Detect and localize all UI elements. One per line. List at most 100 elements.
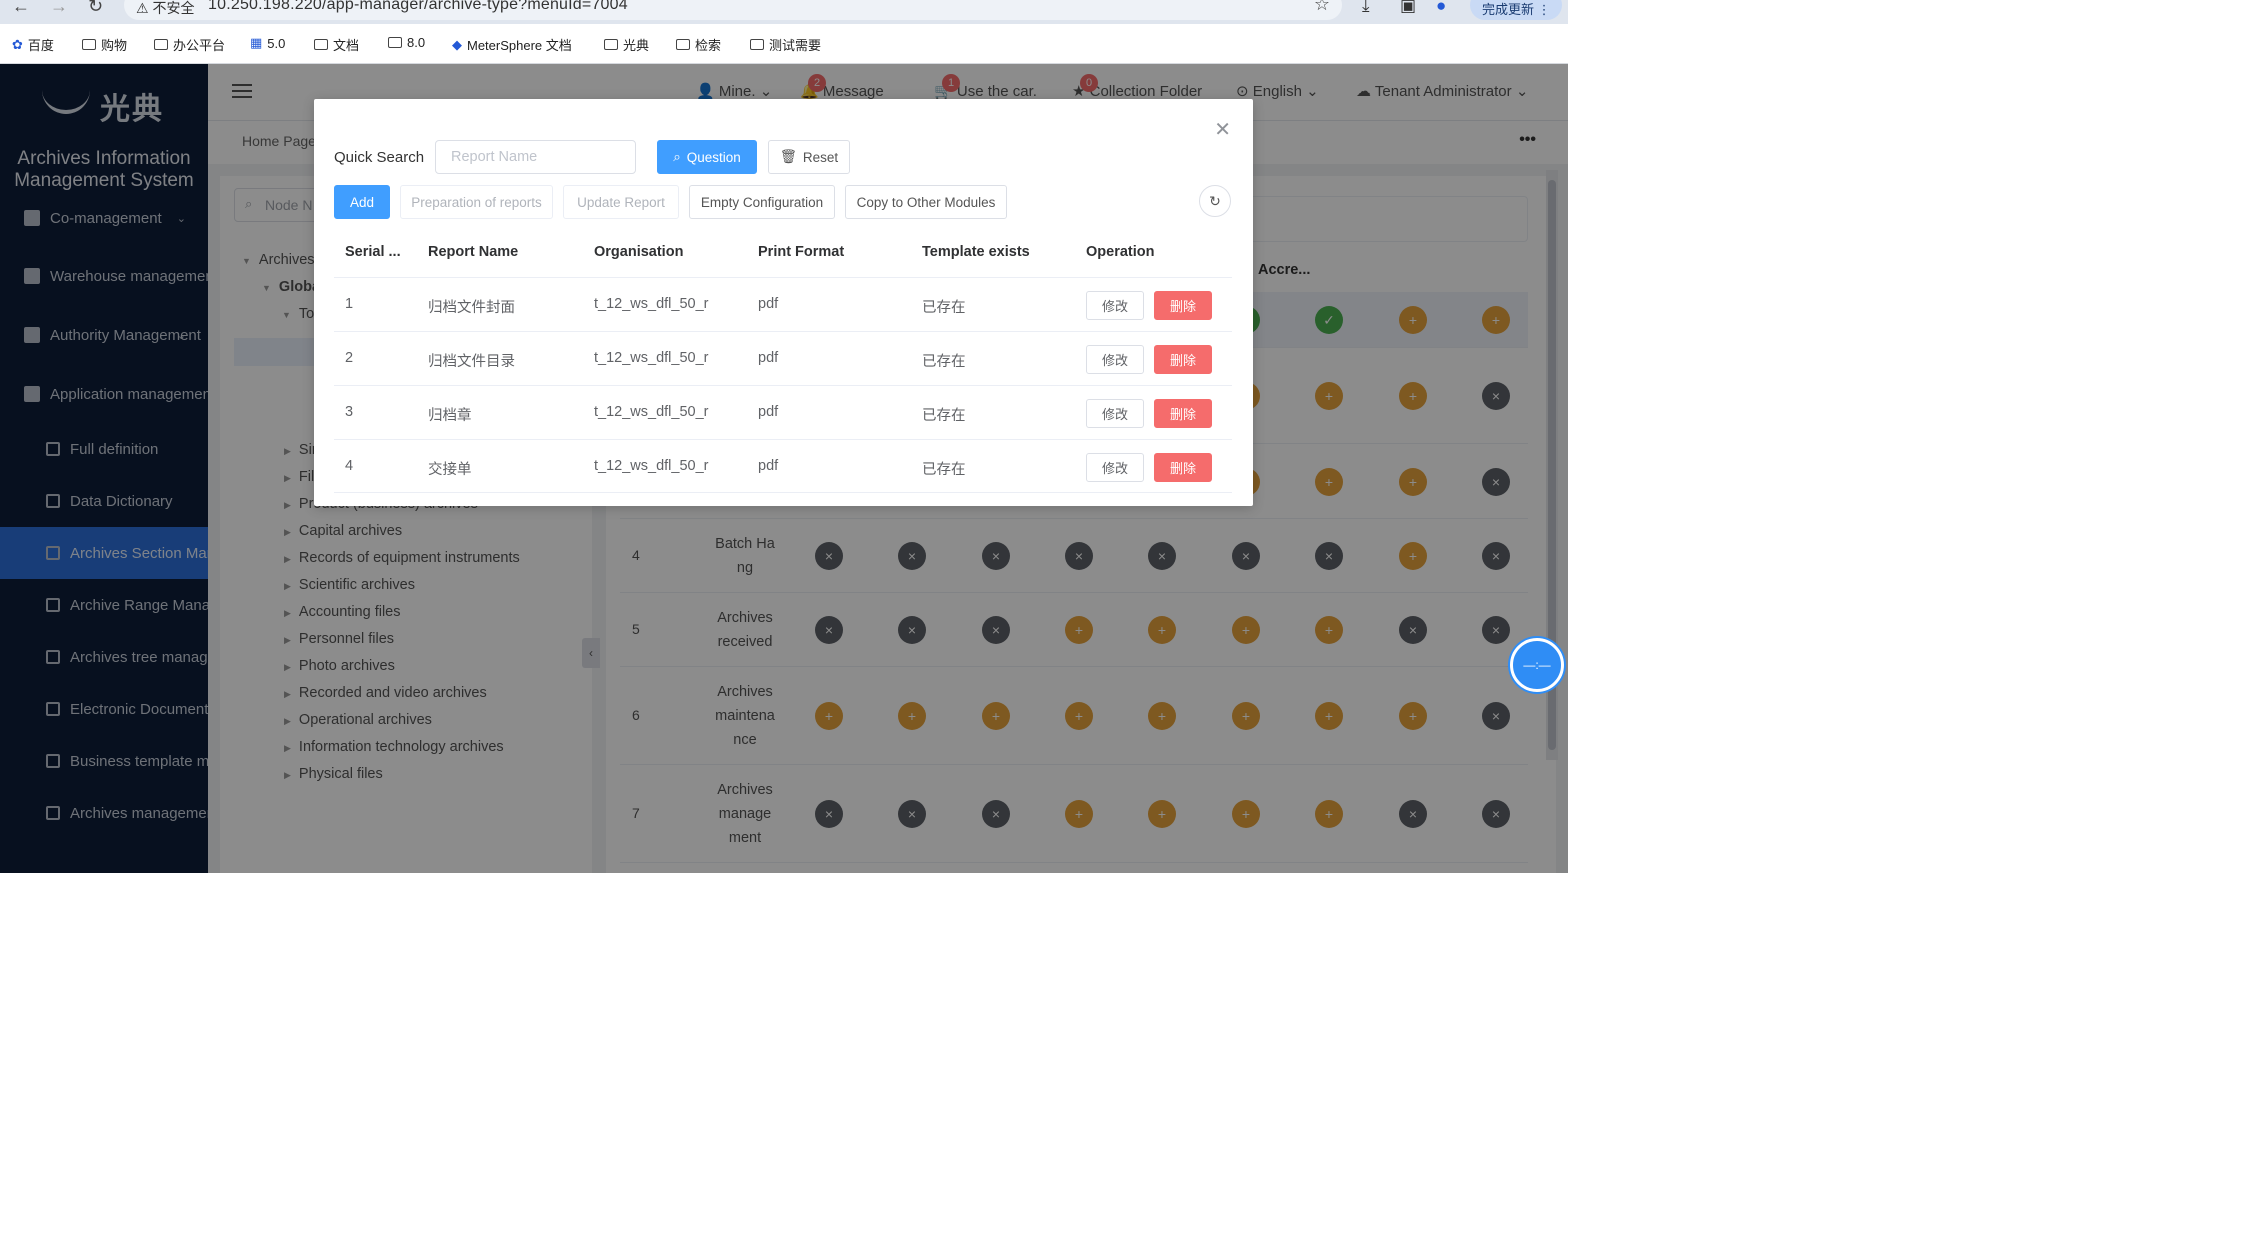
column-header: Print Format [758, 244, 845, 260]
question-label: Question [686, 149, 741, 165]
cell-name: 归档文件目录 [428, 354, 515, 370]
cell-name: 交接单 [428, 462, 472, 478]
cell-org: t_12_ws_dfl_50_r [594, 404, 709, 420]
cell-exists: 已存在 [922, 300, 966, 316]
edit-button[interactable]: 修改 [1086, 399, 1144, 428]
trash-icon: 🗑 [779, 149, 797, 164]
cell-serial: 4 [345, 458, 354, 474]
report-row[interactable]: 1 归档文件封面 t_12_ws_dfl_50_r pdf 已存在 修改 删除 [334, 277, 1232, 331]
copy-to-other-modules-button[interactable]: Copy to Other Modules [845, 185, 1007, 219]
bookmark-item[interactable]: ▦ 5.0 [250, 35, 285, 51]
search-icon: ⌕ [673, 149, 681, 164]
bookmark-item[interactable]: 购物 [82, 35, 127, 54]
floating-assistant-button[interactable]: —:— [1510, 638, 1564, 692]
baidu-icon: ✿ [12, 36, 23, 52]
column-header: Serial ... [345, 244, 401, 260]
cell-format: pdf [758, 404, 779, 420]
bookmark-item[interactable]: ✿ 百度 [12, 35, 54, 54]
report-config-dialog: ✕ Quick Search ⌕ Question 🗑 Reset Add Prep… [314, 99, 1253, 506]
bookmark-star-icon[interactable]: ☆ [1314, 0, 1330, 15]
cell-exists: 已存在 [922, 408, 966, 424]
folder-icon [676, 39, 690, 50]
update-button[interactable]: 完成更新 ⋮ [1470, 0, 1562, 20]
bookmark-item[interactable]: 测试需要 [750, 35, 821, 54]
delete-button[interactable]: 删除 [1154, 345, 1212, 374]
cell-exists: 已存在 [922, 354, 966, 370]
metersphere-icon: ◆ [452, 36, 462, 52]
report-row[interactable]: 3 归档章 t_12_ws_dfl_50_r pdf 已存在 修改 删除 [334, 385, 1232, 439]
column-header: Operation [1086, 244, 1155, 260]
download-icon[interactable]: ⤓ [1362, 0, 1370, 16]
cell-format: pdf [758, 350, 779, 366]
bookmark-item[interactable]: ◆ MeterSphere 文档 [452, 35, 572, 54]
cell-serial: 1 [345, 296, 354, 312]
profile-icon[interactable]: ● [1436, 0, 1446, 16]
column-header: Organisation [594, 244, 684, 260]
split-view-icon[interactable]: ▣ [1400, 0, 1416, 16]
quick-search-label: Quick Search [334, 149, 425, 166]
reset-label: Reset [802, 149, 839, 165]
bookmark-item[interactable]: 文档 [314, 35, 359, 54]
folder-icon [750, 39, 764, 50]
bookmark-item[interactable]: 光典 [604, 35, 649, 54]
refresh-icon[interactable]: ↻ [1199, 185, 1231, 217]
update-report-button[interactable]: Update Report [563, 185, 679, 219]
report-row[interactable]: 4 交接单 t_12_ws_dfl_50_r pdf 已存在 修改 删除 [334, 439, 1232, 493]
bookmark-label: 8.0 [407, 35, 426, 50]
close-icon[interactable]: ✕ [1214, 117, 1231, 142]
cell-name: 归档文件封面 [428, 300, 515, 316]
folder-icon [154, 39, 168, 50]
cell-org: t_12_ws_dfl_50_r [594, 350, 709, 366]
browser-toolbar: ← → ↻ ⚠ 不安全 10.250.198.220/app-manager/a… [0, 0, 1568, 24]
report-name-search-input[interactable] [435, 140, 636, 174]
bookmark-label: MeterSphere 文档 [467, 38, 572, 53]
delete-button[interactable]: 删除 [1154, 291, 1212, 320]
edit-button[interactable]: 修改 [1086, 345, 1144, 374]
cell-exists: 已存在 [922, 462, 966, 478]
reset-button[interactable]: 🗑 Reset [768, 140, 850, 174]
delete-button[interactable]: 删除 [1154, 399, 1212, 428]
preparation-of-reports-button[interactable]: Preparation of reports [400, 185, 553, 219]
url-text[interactable]: 10.250.198.220/app-manager/archive-type?… [208, 0, 628, 14]
insecure-warning[interactable]: ⚠ 不安全 [136, 0, 194, 18]
column-header: Template exists [922, 244, 1030, 260]
cell-serial: 2 [345, 350, 354, 366]
bookmark-item[interactable]: 办公平台 [154, 35, 225, 54]
bookmark-label: 5.0 [267, 35, 286, 51]
bookmark-label: 检索 [695, 38, 722, 53]
image-icon: ▦ [250, 35, 263, 50]
cell-org: t_12_ws_dfl_50_r [594, 458, 709, 474]
address-bar[interactable]: ⚠ 不安全 10.250.198.220/app-manager/archive… [124, 0, 1342, 20]
folder-icon [388, 37, 402, 48]
bookmark-label: 测试需要 [769, 38, 822, 53]
report-row[interactable]: 2 归档文件目录 t_12_ws_dfl_50_r pdf 已存在 修改 删除 [334, 331, 1232, 385]
column-header: Report Name [428, 244, 519, 260]
bookmark-label: 文档 [333, 38, 360, 53]
cell-format: pdf [758, 458, 779, 474]
folder-icon [82, 39, 96, 50]
reload-icon[interactable]: ↻ [88, 0, 103, 17]
forward-arrow-icon[interactable]: → [50, 0, 68, 17]
edit-button[interactable]: 修改 [1086, 291, 1144, 320]
folder-icon [314, 39, 328, 50]
cell-name: 归档章 [428, 408, 472, 424]
bookmark-label: 购物 [101, 38, 128, 53]
bookmark-item[interactable]: 检索 [676, 35, 721, 54]
question-button[interactable]: ⌕ Question [657, 140, 757, 174]
folder-icon [604, 39, 618, 50]
update-label: 完成更新 [1482, 2, 1535, 17]
bookmark-label: 百度 [27, 38, 54, 53]
add-button[interactable]: Add [334, 185, 390, 219]
insecure-label: 不安全 [152, 0, 195, 16]
edit-button[interactable]: 修改 [1086, 453, 1144, 482]
bookmark-label: 光典 [623, 38, 650, 53]
bookmarks-bar: ✿ 百度 购物 办公平台 ▦ 5.0 文档 8.0 ◆ MeterSphere 文档 光典 检索 测试需… [0, 24, 1568, 64]
bookmark-label: 办公平台 [173, 38, 226, 53]
back-arrow-icon[interactable]: ← [12, 0, 30, 17]
bookmark-item[interactable]: 8.0 [388, 35, 425, 50]
cell-serial: 3 [345, 404, 354, 420]
empty-configuration-button[interactable]: Empty Configuration [689, 185, 835, 219]
delete-button[interactable]: 删除 [1154, 453, 1212, 482]
cell-format: pdf [758, 296, 779, 312]
cell-org: t_12_ws_dfl_50_r [594, 296, 709, 312]
